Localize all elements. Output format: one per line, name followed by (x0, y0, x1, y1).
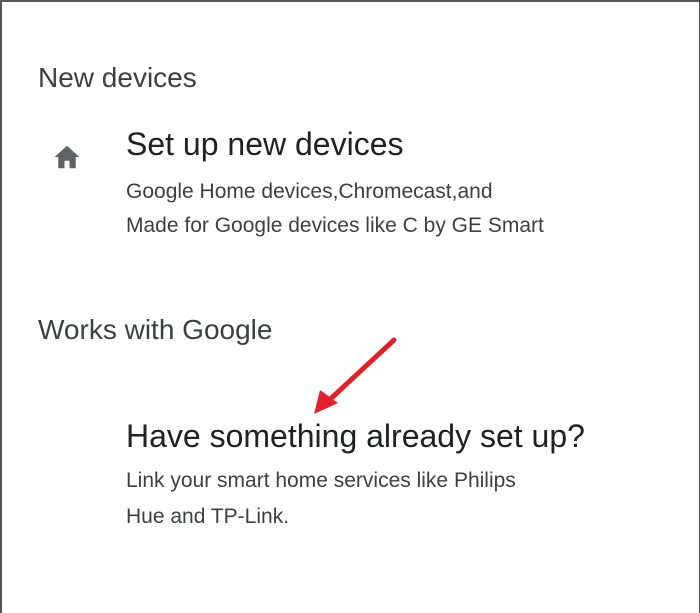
have-something-set-up-title: Have something already set up? (126, 418, 585, 454)
section-header-new-devices: New devices (38, 62, 197, 93)
set-up-new-devices-desc-line2: Made for Google devices like C by GE Sma… (126, 214, 544, 237)
have-something-set-up-desc-line2: Hue and TP-Link. (126, 505, 290, 528)
home-icon (54, 145, 80, 169)
set-up-new-devices-desc-line1: Google Home devices,Chromecast,and (126, 180, 493, 203)
section-header-works-with-google: Works with Google (38, 314, 273, 345)
have-something-set-up-desc-line1: Link your smart home services like Phili… (126, 469, 516, 492)
set-up-new-devices-title: Set up new devices (126, 126, 404, 162)
settings-panel: New devices Set up new devices Google Ho… (0, 0, 700, 613)
